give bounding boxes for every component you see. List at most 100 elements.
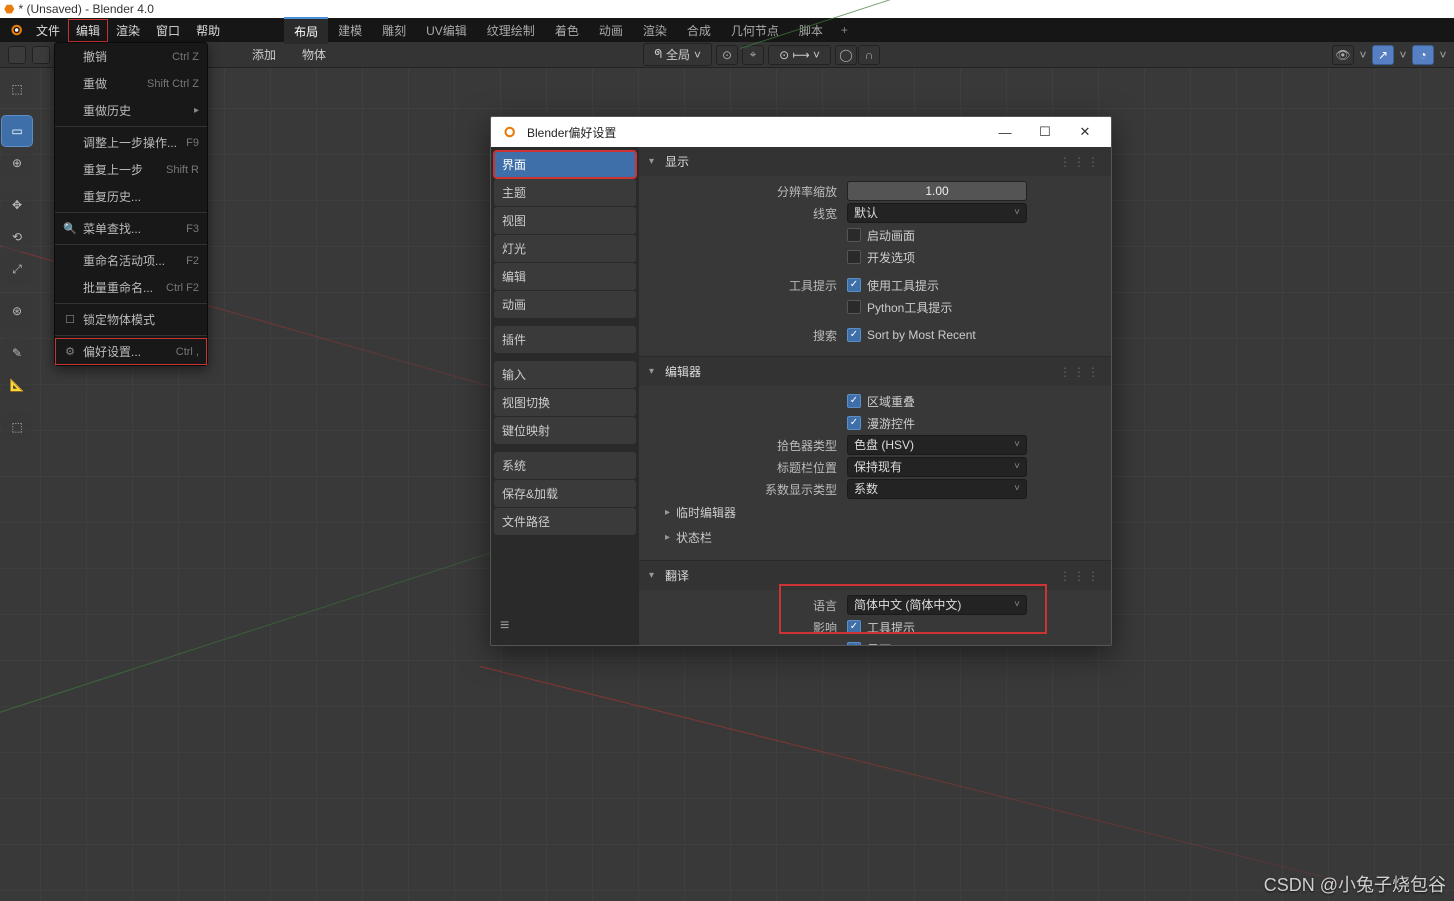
select-language[interactable]: 简体中文 (简体中文)˅ (847, 595, 1027, 615)
snap-icon[interactable]: ⌖ (742, 45, 764, 65)
pref-tab-system[interactable]: 系统 (494, 452, 636, 479)
label-language: 语言 (647, 597, 847, 614)
header-add[interactable]: 添加 (242, 43, 286, 66)
pref-tab-input[interactable]: 输入 (494, 361, 636, 388)
menu-search[interactable]: 🔍菜单查找...F3 (55, 215, 207, 242)
workspace-tab[interactable]: 合成 (677, 18, 721, 43)
select-color-picker[interactable]: 色盘 (HSV)˅ (847, 435, 1027, 455)
checkbox-affect-interface[interactable]: 界面 (847, 641, 1027, 646)
preferences-menu-icon[interactable]: ≡ (494, 611, 636, 641)
pivot-icon[interactable]: ⊙ (716, 45, 738, 65)
checkbox-affect-tooltips[interactable]: 工具提示 (847, 619, 1027, 636)
workspace-tab[interactable]: 布局 (284, 17, 328, 44)
menu-preferences[interactable]: ⚙偏好设置...Ctrl , (55, 338, 207, 365)
scale-tool-icon[interactable]: ⤢ (2, 254, 32, 284)
label-res-scale: 分辨率缩放 (647, 183, 847, 200)
chevron-down-icon[interactable]: ˅ (1358, 45, 1368, 65)
select-box-tool-icon[interactable]: ▭ (2, 116, 32, 146)
transform-tool-icon[interactable]: ⊛ (2, 296, 32, 326)
measure-tool-icon[interactable]: 📐 (2, 370, 32, 400)
workspace-tab[interactable]: 渲染 (633, 18, 677, 43)
label-color-picker: 拾色器类型 (647, 437, 847, 454)
checkbox-splash[interactable]: 启动画面 (847, 227, 1027, 244)
checkbox-region-overlap[interactable]: 区域重叠 (847, 393, 1027, 410)
title-bar: ⬣ * (Unsaved) - Blender 4.0 (0, 0, 1454, 18)
select-mode-icon[interactable]: ⬚ (2, 74, 32, 104)
pref-tab-keymap[interactable]: 键位映射 (494, 417, 636, 444)
move-tool-icon[interactable]: ✥ (2, 190, 32, 220)
x-axis-line (480, 666, 1354, 885)
checkbox-dev[interactable]: 开发选项 (847, 249, 1027, 266)
overlays-toggle-icon[interactable]: ◔ (1412, 45, 1434, 65)
snap-options[interactable]: ⊙ ⟼ ˅ (768, 45, 831, 65)
mode-select[interactable] (32, 46, 50, 64)
menu-edit[interactable]: 编辑 (68, 19, 108, 42)
workspace-tab[interactable]: 动画 (589, 18, 633, 43)
menu-repeat-history[interactable]: 重复历史... (55, 183, 207, 210)
menu-batch-rename[interactable]: 批量重命名...Ctrl F2 (55, 274, 207, 301)
orientation-select[interactable]: ᖗ 全局 ˅ (643, 43, 712, 66)
blender-icon (8, 22, 24, 38)
subpanel-status-bar[interactable]: ▸状态栏 (665, 525, 1103, 550)
rotate-tool-icon[interactable]: ⟲ (2, 222, 32, 252)
menu-redo[interactable]: 重做Shift Ctrl Z (55, 70, 207, 97)
menu-window[interactable]: 窗口 (148, 19, 188, 42)
checkbox-py-tooltips[interactable]: Python工具提示 (847, 299, 1027, 316)
window-maximize-icon[interactable]: ☐ (1025, 117, 1065, 147)
menu-file[interactable]: 文件 (28, 19, 68, 42)
menu-undo[interactable]: 撤销Ctrl Z (55, 43, 207, 70)
workspace-tab[interactable]: 几何节点 (721, 18, 789, 43)
select-line-width[interactable]: 默认˅ (847, 203, 1027, 223)
annotate-tool-icon[interactable]: ✎ (2, 338, 32, 368)
panel-header-editors[interactable]: ▾编辑器⋮⋮⋮ (639, 357, 1111, 386)
subpanel-temp-editors[interactable]: ▸临时编辑器 (665, 500, 1103, 525)
workspace-tab[interactable]: 着色 (545, 18, 589, 43)
watermark: CSDN @小兔子烧包谷 (1264, 871, 1446, 897)
pref-tab-viewport[interactable]: 视图 (494, 207, 636, 234)
workspace-tab[interactable]: 纹理绘制 (477, 18, 545, 43)
panel-header-display[interactable]: ▾显示⋮⋮⋮ (639, 147, 1111, 176)
workspace-tab[interactable]: 建模 (328, 18, 372, 43)
input-res-scale[interactable]: 1.00 (847, 181, 1027, 201)
menu-undo-history[interactable]: 重做历史▸ (55, 97, 207, 124)
pref-tab-navigation[interactable]: 视图切换 (494, 389, 636, 416)
panel-header-translation[interactable]: ▾翻译⋮⋮⋮ (639, 561, 1111, 590)
window-minimize-icon[interactable]: — (985, 117, 1025, 147)
checkbox-search-sort[interactable]: Sort by Most Recent (847, 328, 1027, 342)
chevron-down-icon[interactable]: ˅ (1398, 45, 1408, 65)
pref-tab-lights[interactable]: 灯光 (494, 235, 636, 262)
proportional-edit-icon[interactable]: ◯ (835, 45, 857, 65)
checkbox-nav-controls[interactable]: 漫游控件 (847, 415, 1027, 432)
pref-tab-addons[interactable]: 插件 (494, 326, 636, 353)
cursor-tool-icon[interactable]: ⊕ (2, 148, 32, 178)
select-factor-display[interactable]: 系数˅ (847, 479, 1027, 499)
editor-type-icon[interactable] (8, 46, 26, 64)
proportional-falloff-icon[interactable]: ∩ (858, 45, 880, 65)
chevron-down-icon[interactable]: ˅ (1438, 45, 1448, 65)
pref-tab-saveload[interactable]: 保存&加载 (494, 480, 636, 507)
menu-help[interactable]: 帮助 (188, 19, 228, 42)
workspace-tab[interactable]: 雕刻 (372, 18, 416, 43)
pref-tab-editing[interactable]: 编辑 (494, 263, 636, 290)
header-object[interactable]: 物体 (292, 43, 336, 66)
menu-render[interactable]: 渲染 (108, 19, 148, 42)
workspace-tab[interactable]: UV编辑 (416, 18, 477, 43)
menu-lock-mode[interactable]: ☐锁定物体模式 (55, 306, 207, 333)
add-primitive-tool-icon[interactable]: ⬚ (2, 412, 32, 442)
preferences-titlebar[interactable]: Blender偏好设置 — ☐ ✕ (491, 117, 1111, 147)
window-close-icon[interactable]: ✕ (1065, 117, 1105, 147)
menu-repeat-last[interactable]: 重复上一步Shift R (55, 156, 207, 183)
preferences-window: Blender偏好设置 — ☐ ✕ 界面 主题 视图 灯光 编辑 动画 插件 输… (490, 116, 1112, 646)
workspace-add-icon[interactable]: + (833, 19, 856, 41)
checkbox-use-tooltips[interactable]: 使用工具提示 (847, 277, 1027, 294)
select-header-pos[interactable]: 保持现有˅ (847, 457, 1027, 477)
visibility-icon[interactable]: 👁 (1332, 45, 1354, 65)
pref-tab-animation[interactable]: 动画 (494, 291, 636, 318)
menu-adjust-last[interactable]: 调整上一步操作...F9 (55, 129, 207, 156)
pref-tab-theme[interactable]: 主题 (494, 179, 636, 206)
label-factor-display: 系数显示类型 (647, 481, 847, 498)
gizmo-toggle-icon[interactable]: ↗ (1372, 45, 1394, 65)
pref-tab-filepaths[interactable]: 文件路径 (494, 508, 636, 535)
pref-tab-interface[interactable]: 界面 (494, 151, 636, 178)
menu-rename-active[interactable]: 重命名活动项...F2 (55, 247, 207, 274)
